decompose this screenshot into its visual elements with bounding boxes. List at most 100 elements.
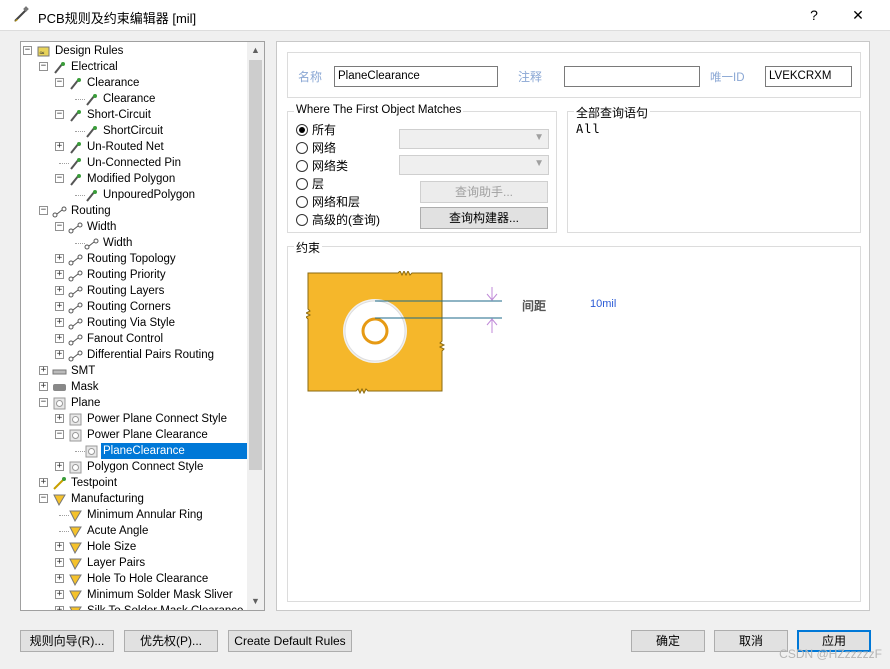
tree-item-label[interactable]: Plane xyxy=(69,395,102,411)
tree-item-label[interactable]: Hole Size xyxy=(85,539,138,555)
tree-item-label[interactable]: Un-Connected Pin xyxy=(85,155,183,171)
tree-item[interactable]: + Silk To Solder Mask Clearance xyxy=(21,603,247,610)
cancel-button[interactable]: 取消 xyxy=(714,630,788,652)
radio-button[interactable] xyxy=(296,160,308,172)
tree-item-label[interactable]: Un-Routed Net xyxy=(85,139,166,155)
collapse-icon[interactable]: − xyxy=(39,494,48,503)
tree-item-label[interactable]: Routing Via Style xyxy=(85,315,177,331)
tree-item-label[interactable]: Modified Polygon xyxy=(85,171,177,187)
comment-input[interactable] xyxy=(564,66,700,87)
tree-item[interactable]: Un-Connected Pin xyxy=(21,155,247,171)
tree-item-label[interactable]: Electrical xyxy=(69,59,120,75)
radio-button[interactable] xyxy=(296,124,308,136)
expand-icon[interactable]: + xyxy=(39,382,48,391)
tree-item[interactable]: − Short-Circuit xyxy=(21,107,247,123)
expand-icon[interactable]: + xyxy=(55,350,64,359)
tree-item[interactable]: − Plane xyxy=(21,395,247,411)
tree-item-label[interactable]: Acute Angle xyxy=(85,523,150,539)
expand-icon[interactable]: + xyxy=(55,318,64,327)
tree-item-label[interactable]: Short-Circuit xyxy=(85,107,153,123)
tree-item-label[interactable]: Mask xyxy=(69,379,100,395)
tree-item[interactable]: + Routing Layers xyxy=(21,283,247,299)
tree-item[interactable]: − Modified Polygon xyxy=(21,171,247,187)
expand-icon[interactable]: + xyxy=(55,254,64,263)
tree-item[interactable]: − Electrical xyxy=(21,59,247,75)
priorities-button[interactable]: 优先权(P)... xyxy=(124,630,218,652)
tree-item[interactable]: + Differential Pairs Routing xyxy=(21,347,247,363)
expand-icon[interactable]: + xyxy=(55,590,64,599)
query-helper-button[interactable]: 查询助手... xyxy=(420,181,548,203)
tree-item[interactable]: + Layer Pairs xyxy=(21,555,247,571)
tree-item-label[interactable]: Fanout Control xyxy=(85,331,165,347)
tree-item-label[interactable]: Width xyxy=(101,235,134,251)
tree-item[interactable]: Acute Angle xyxy=(21,523,247,539)
tree-item-label[interactable]: ShortCircuit xyxy=(101,123,165,139)
tree-item[interactable]: + Power Plane Connect Style xyxy=(21,411,247,427)
tree-item[interactable]: + Routing Corners xyxy=(21,299,247,315)
query-text[interactable]: All xyxy=(576,122,601,136)
tree-item[interactable]: Width xyxy=(21,235,247,251)
tree-item-label[interactable]: Differential Pairs Routing xyxy=(85,347,216,363)
tree-item[interactable]: + Hole Size xyxy=(21,539,247,555)
expand-icon[interactable]: + xyxy=(55,542,64,551)
tree-item-label[interactable]: Hole To Hole Clearance xyxy=(85,571,210,587)
tree-item-label[interactable]: Polygon Connect Style xyxy=(85,459,205,475)
scroll-up-icon[interactable]: ▲ xyxy=(247,42,264,59)
tree-item-label[interactable]: Routing Priority xyxy=(85,267,168,283)
radio-button[interactable] xyxy=(296,214,308,226)
net-combo[interactable]: ▼ xyxy=(399,129,549,149)
query-builder-button[interactable]: 查询构建器... xyxy=(420,207,548,229)
clearance-value[interactable]: 10mil xyxy=(590,298,616,310)
tree-item[interactable]: + Routing Priority xyxy=(21,267,247,283)
tree-item[interactable]: + SMT xyxy=(21,363,247,379)
expand-icon[interactable]: + xyxy=(39,478,48,487)
tree-item[interactable]: + Fanout Control xyxy=(21,331,247,347)
tree-item-label[interactable]: Minimum Solder Mask Sliver xyxy=(85,587,235,603)
collapse-icon[interactable]: − xyxy=(55,430,64,439)
radio-button[interactable] xyxy=(296,196,308,208)
expand-icon[interactable]: + xyxy=(55,606,64,610)
tree-item[interactable]: − Power Plane Clearance xyxy=(21,427,247,443)
help-button[interactable]: ? xyxy=(792,0,836,30)
tree-item-label[interactable]: Routing Topology xyxy=(85,251,178,267)
tree-item-label[interactable]: PlaneClearance xyxy=(101,443,247,459)
tree-item[interactable]: UnpouredPolygon xyxy=(21,187,247,203)
tree-item-label[interactable]: Power Plane Connect Style xyxy=(85,411,229,427)
tree-item[interactable]: + Mask xyxy=(21,379,247,395)
expand-icon[interactable]: + xyxy=(55,142,64,151)
tree-item[interactable]: − Routing xyxy=(21,203,247,219)
tree-item-label[interactable]: Width xyxy=(85,219,118,235)
collapse-icon[interactable]: − xyxy=(55,174,64,183)
expand-icon[interactable]: + xyxy=(55,286,64,295)
unique-id-input[interactable]: LVEKCRXM xyxy=(765,66,852,87)
create-default-rules-button[interactable]: Create Default Rules xyxy=(228,630,352,652)
tree-item[interactable]: − Manufacturing xyxy=(21,491,247,507)
tree-item-label[interactable]: Routing Layers xyxy=(85,283,166,299)
tree-item-label[interactable]: SMT xyxy=(69,363,97,379)
expand-icon[interactable]: + xyxy=(55,414,64,423)
tree-item[interactable]: ShortCircuit xyxy=(21,123,247,139)
tree-item[interactable]: Minimum Annular Ring xyxy=(21,507,247,523)
tree-item[interactable]: − ≈ Design Rules xyxy=(21,43,247,59)
tree-item-label[interactable]: Testpoint xyxy=(69,475,119,491)
tree-item[interactable]: + Un-Routed Net xyxy=(21,139,247,155)
tree-item-label[interactable]: Clearance xyxy=(85,75,141,91)
tree-item[interactable]: − Clearance xyxy=(21,75,247,91)
name-input[interactable]: PlaneClearance xyxy=(334,66,498,87)
radio-button[interactable] xyxy=(296,178,308,190)
tree-item-label[interactable]: Layer Pairs xyxy=(85,555,147,571)
expand-icon[interactable]: + xyxy=(55,574,64,583)
expand-icon[interactable]: + xyxy=(55,334,64,343)
tree-item[interactable]: + Routing Via Style xyxy=(21,315,247,331)
net-class-combo[interactable]: ▼ xyxy=(399,155,549,175)
tree-item[interactable]: + Minimum Solder Mask Sliver xyxy=(21,587,247,603)
collapse-icon[interactable]: − xyxy=(55,78,64,87)
tree-item[interactable]: Clearance xyxy=(21,91,247,107)
tree-item-label[interactable]: Minimum Annular Ring xyxy=(85,507,205,523)
ok-button[interactable]: 确定 xyxy=(631,630,705,652)
collapse-icon[interactable]: − xyxy=(39,206,48,215)
scroll-down-icon[interactable]: ▼ xyxy=(247,593,264,610)
collapse-icon[interactable]: − xyxy=(23,46,32,55)
rule-wizard-button[interactable]: 规则向导(R)... xyxy=(20,630,114,652)
tree-item[interactable]: − Width xyxy=(21,219,247,235)
